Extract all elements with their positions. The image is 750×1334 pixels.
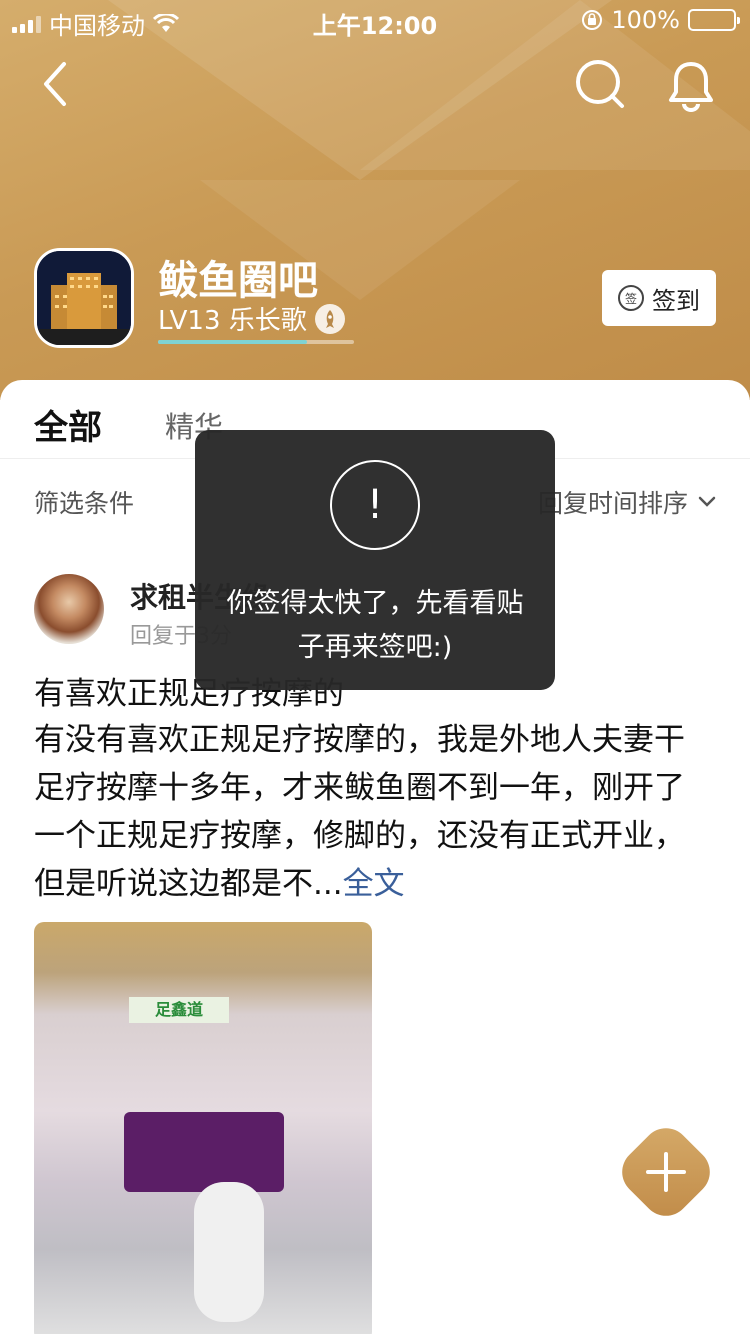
post-image[interactable]: 足鑫道 — [34, 922, 372, 1334]
signin-button[interactable]: 签 签到 — [602, 270, 716, 326]
forum-avatar[interactable] — [34, 248, 134, 348]
level-progress-fill — [158, 340, 307, 344]
battery-percent: 100% — [611, 6, 680, 34]
rocket-icon — [314, 303, 345, 334]
post-body[interactable]: 有没有喜欢正规足疗按摩的，我是外地人夫妻干足疗按摩十多年，才来鲅鱼圈不到一年，刚… — [34, 716, 714, 908]
sort-dropdown[interactable]: 回复时间排序 — [538, 484, 716, 520]
sort-label: 回复时间排序 — [537, 489, 688, 518]
image-sofa — [124, 1112, 284, 1192]
level-progress-bar — [158, 340, 354, 344]
battery-icon — [688, 9, 740, 31]
image-chair — [194, 1182, 264, 1322]
status-bar: 中国移动 上午12:00 100% — [0, 0, 750, 40]
warning-icon: ! — [330, 460, 420, 550]
bell-icon[interactable] — [664, 58, 718, 112]
tab-all[interactable]: 全部 — [34, 400, 102, 449]
author-avatar[interactable] — [34, 574, 104, 644]
back-icon[interactable] — [34, 58, 82, 110]
forum-level: LV13 乐长歌 — [158, 300, 345, 337]
toast-text: 你签得太快了，先看看贴子再来签吧:) — [226, 588, 524, 663]
orientation-lock-icon — [582, 10, 603, 30]
signin-icon: 签 — [618, 285, 644, 311]
chevron-down-icon — [698, 496, 716, 507]
forum-name: 鲅鱼圈吧 — [158, 258, 318, 304]
level-text: LV13 乐长歌 — [158, 306, 307, 336]
new-post-button[interactable] — [610, 1116, 722, 1228]
signin-label: 签到 — [652, 286, 700, 315]
search-icon[interactable] — [574, 58, 626, 110]
forum-avatar-image — [37, 251, 131, 345]
shop-sign: 足鑫道 — [129, 997, 229, 1023]
read-more-link[interactable]: 全文 — [343, 866, 405, 902]
filter-button[interactable]: 筛选条件 — [34, 484, 134, 520]
status-right: 100% — [581, 6, 740, 34]
toast-message: ! 你签得太快了，先看看贴子再来签吧:) — [195, 430, 555, 690]
